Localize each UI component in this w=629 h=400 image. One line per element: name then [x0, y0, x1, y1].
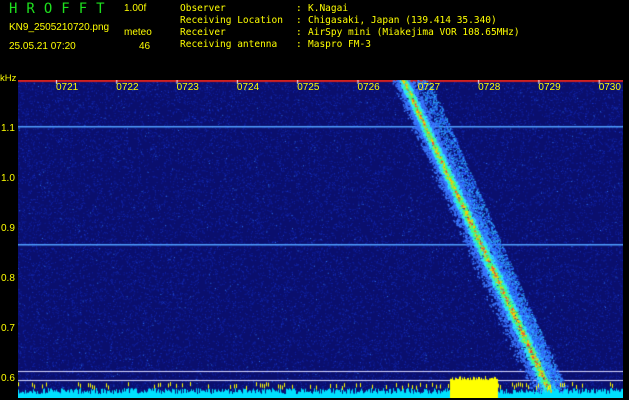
freq-tick-label: 1.1	[1, 123, 15, 134]
time-tick-label: 0730	[598, 82, 621, 93]
freq-tick-label: 0.8	[1, 273, 15, 284]
freq-tick-label: 0.9	[1, 223, 15, 234]
time-tick-label: 0729	[538, 82, 561, 93]
time-tick-label: 0727	[417, 82, 441, 93]
spectrogram-canvas	[18, 80, 623, 398]
info-key: Receiver	[180, 27, 226, 38]
info-value: K.Nagai	[308, 3, 349, 14]
info-key: Observer	[180, 3, 226, 14]
freq-tick-label: 0.7	[1, 323, 15, 334]
time-tick-label: 0728	[478, 82, 501, 93]
freq-tick-label: 1.0	[1, 173, 15, 184]
time-tick-label: 0721	[56, 82, 79, 93]
info-value: Maspro FM-3	[308, 39, 371, 50]
info-value: AirSpy mini (Miakejima VOR 108.65MHz)	[308, 27, 520, 38]
meteor-label: meteo	[124, 27, 152, 38]
info-value: Chigasaki, Japan (139.414 35.340)	[308, 15, 497, 26]
info-antenna: Receiving antenna: Maspro FM-3	[180, 39, 371, 50]
image-filename: KN9_2505210720.png	[9, 22, 110, 33]
app-title: HROFFT	[9, 1, 114, 17]
time-tick-label: 0725	[297, 82, 320, 93]
info-receiver: Receiver: AirSpy mini (Miakejima VOR 108.…	[180, 27, 520, 38]
observation-datetime: 25.05.21 07:20	[9, 41, 76, 52]
meteor-count: 46	[139, 41, 151, 52]
info-key: Receiving antenna	[180, 39, 278, 50]
time-tick-label: 0724	[236, 82, 260, 93]
time-tick-label: 0722	[116, 82, 139, 93]
header-panel: HROFFT 1.00f KN9_2505210720.png 25.05.21…	[0, 0, 629, 78]
axis-unit-label: kHz	[0, 73, 17, 84]
info-observer: Observer: K.Nagai	[180, 3, 349, 14]
app-version: 1.00f	[124, 3, 147, 14]
info-key: Receiving Location	[180, 15, 283, 26]
freq-tick-label: 0.6	[1, 373, 15, 384]
time-tick-label: 0726	[357, 82, 380, 93]
info-location: Receiving Location: Chigasaki, Japan (139…	[180, 15, 497, 26]
time-tick-label: 0723	[176, 82, 199, 93]
